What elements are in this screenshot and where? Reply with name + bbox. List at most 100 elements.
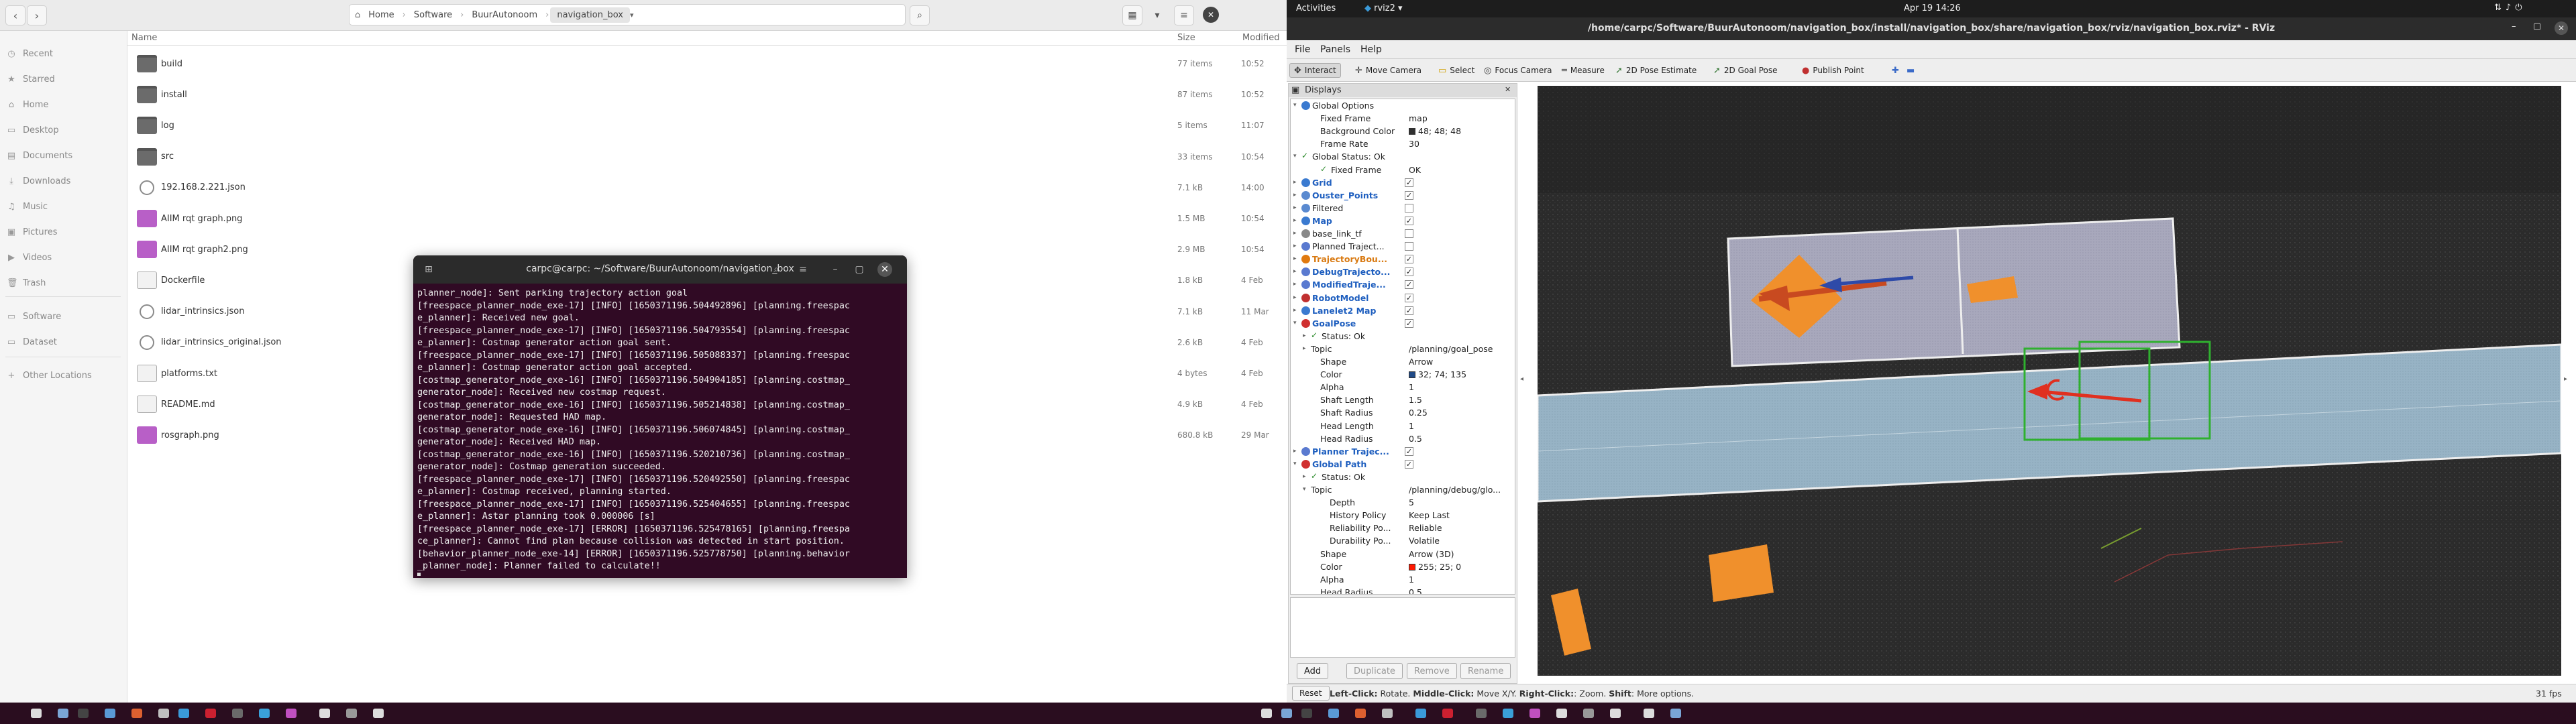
expand-arrow-icon[interactable]: ▾ (1293, 153, 1297, 160)
taskbar-app-icon[interactable] (1670, 709, 1681, 718)
display-tree-row[interactable]: Color 32; 74; 135 (1291, 368, 1515, 381)
taskbar-app-icon[interactable] (31, 709, 42, 718)
tool-2d-goal-pose[interactable]: ➚ 2D Goal Pose (1709, 63, 1782, 78)
property-value[interactable]: 255; 25; 0 (1409, 562, 1461, 572)
terminal-search-button[interactable]: ⌕ (769, 262, 784, 277)
taskbar-app-icon[interactable] (259, 709, 270, 718)
add-button[interactable]: Add (1297, 663, 1329, 679)
taskbar-app-icon[interactable] (319, 709, 330, 718)
display-tree-row[interactable]: ▾ ✓ Global Status: Ok (1291, 150, 1515, 163)
display-enabled-checkbox[interactable] (1405, 229, 1413, 238)
collapse-arrow-icon[interactable]: ▸ (1303, 345, 1306, 352)
sidebar-item-recent[interactable]: ◷ Recent (7, 44, 53, 63)
back-button[interactable]: ‹ (5, 5, 25, 25)
terminal-output[interactable]: planner_node]: Sent parking trajectory a… (417, 288, 903, 576)
taskbar-app-icon[interactable] (158, 709, 169, 718)
collapse-arrow-icon[interactable]: ▸ (1293, 281, 1297, 288)
property-value[interactable]: 1 (1409, 575, 1414, 585)
display-tree-row[interactable]: ▸ Planner Trajec... ✓ (1291, 445, 1515, 458)
sidebar-item-dataset[interactable]: ▭ Dataset (7, 333, 57, 351)
sidebar-item-home[interactable]: ⌂ Home (7, 95, 49, 114)
display-tree-row[interactable]: ▾ Topic/planning/debug/glo... (1291, 483, 1515, 496)
display-tree-row[interactable]: Shaft Radius 0.25 (1291, 406, 1515, 419)
breadcrumb-item[interactable]: navigation_box (550, 7, 630, 23)
display-enabled-checkbox[interactable]: ✓ (1405, 267, 1413, 277)
remove-button[interactable]: Remove (1407, 663, 1457, 679)
taskbar-app-icon[interactable] (1583, 709, 1594, 718)
terminal-menu-button[interactable]: ≡ (796, 262, 810, 277)
property-value[interactable]: 48; 48; 48 (1409, 126, 1461, 136)
expand-arrow-icon[interactable]: ▾ (1293, 320, 1297, 326)
tool-measure[interactable]: ═ Measure (1558, 63, 1609, 78)
menu-button[interactable]: ≡ (1174, 5, 1194, 25)
collapse-arrow-icon[interactable]: ▸ (1303, 333, 1306, 339)
taskbar-app-icon[interactable] (1644, 709, 1654, 718)
display-tree-row[interactable]: Head Radius 0.5 (1291, 586, 1515, 594)
display-tree-row[interactable]: ▸ base_link_tf (1291, 227, 1515, 240)
sidebar-item-pictures[interactable]: ▣ Pictures (7, 223, 58, 241)
display-tree-row[interactable]: ▸ RobotModel ✓ (1291, 292, 1515, 304)
minimize-button[interactable]: – (2512, 21, 2516, 32)
sidebar-item-documents[interactable]: ▤ Documents (7, 146, 72, 165)
display-tree-row[interactable]: ▸ Planned Traject... (1291, 240, 1515, 253)
taskbar-app-icon[interactable] (1415, 709, 1426, 718)
collapse-arrow-icon[interactable]: ▸ (1303, 473, 1306, 480)
display-enabled-checkbox[interactable]: ✓ (1405, 318, 1413, 328)
activities-button[interactable]: Activities (1296, 3, 1336, 13)
taskbar-app-icon[interactable] (1556, 709, 1567, 718)
display-tree-row[interactable]: Fixed Frame map (1291, 112, 1515, 125)
duplicate-button[interactable]: Duplicate (1346, 663, 1403, 679)
display-tree-row[interactable]: ▸ DebugTrajecto... ✓ (1291, 265, 1515, 278)
display-tree-row[interactable]: ▸ Filtered (1291, 202, 1515, 215)
taskbar-app-icon[interactable] (58, 709, 68, 718)
collapse-arrow-icon[interactable]: ▸ (1293, 294, 1297, 301)
file-row[interactable]: log 5 items 11:07 (127, 110, 1287, 141)
taskbar-app-icon[interactable] (1281, 709, 1292, 718)
tool-move-camera[interactable]: ✛ Move Camera (1351, 63, 1426, 78)
system-tray[interactable]: ⇅♪⏻ (2494, 3, 2526, 13)
display-enabled-checkbox[interactable]: ✓ (1405, 280, 1413, 290)
collapse-arrow-icon[interactable]: ▸ (1293, 243, 1297, 249)
property-value[interactable]: 1 (1409, 382, 1414, 392)
file-row[interactable]: 192.168.2.221.json 7.1 kB 14:00 (127, 172, 1287, 203)
expand-arrow-icon[interactable]: ▾ (1293, 461, 1297, 467)
tool-focus-camera[interactable]: ◎ Focus Camera (1480, 63, 1556, 78)
breadcrumb-item[interactable]: Software (407, 7, 459, 23)
sidebar-item-videos[interactable]: ▶ Videos (7, 248, 52, 267)
taskbar-app-icon[interactable] (78, 709, 89, 718)
column-size[interactable]: Size (1177, 33, 1195, 43)
property-value[interactable]: 0.5 (1409, 587, 1422, 594)
display-enabled-checkbox[interactable]: ✓ (1405, 178, 1413, 187)
display-tree-row[interactable]: Head Length 1 (1291, 420, 1515, 432)
display-tree-row[interactable]: ▸ Topic/planning/goal_pose (1291, 343, 1515, 355)
property-value[interactable]: 0.25 (1409, 408, 1428, 418)
taskbar-app-icon[interactable] (1503, 709, 1513, 718)
taskbar-app-icon[interactable] (286, 709, 297, 718)
file-row[interactable]: src 33 items 10:54 (127, 141, 1287, 172)
breadcrumb-item[interactable]: Home (362, 7, 400, 23)
display-tree-row[interactable]: ▸ Grid ✓ (1291, 176, 1515, 189)
display-tree-row[interactable]: Reliability Po... Reliable (1291, 522, 1515, 534)
3d-viewport[interactable] (1538, 86, 2561, 676)
display-enabled-checkbox[interactable]: ✓ (1405, 255, 1413, 264)
view-toggle-button[interactable]: ▦ (1122, 5, 1142, 25)
display-tree-row[interactable]: Head Radius 0.5 (1291, 432, 1515, 445)
taskbar-app-icon[interactable] (1355, 709, 1366, 718)
collapse-arrow-icon[interactable]: ▸ (1293, 448, 1297, 455)
menu-help[interactable]: Help (1360, 44, 1382, 55)
display-tree-row[interactable]: Alpha 1 (1291, 573, 1515, 586)
search-button[interactable]: ⌕ (910, 5, 930, 25)
expand-arrow-icon[interactable]: ▾ (1303, 486, 1306, 493)
display-tree-row[interactable]: ▸ Ouster_Points ✓ (1291, 189, 1515, 202)
maximize-button[interactable]: ▢ (852, 262, 867, 277)
sidebar-item-trash[interactable]: 🗑 Trash (7, 274, 46, 292)
forward-button[interactable]: › (27, 5, 47, 25)
property-value[interactable]: 1 (1409, 421, 1414, 431)
property-value[interactable]: Volatile (1409, 536, 1440, 546)
display-enabled-checkbox[interactable]: ✓ (1405, 306, 1413, 315)
sidebar-item-desktop[interactable]: ▭ Desktop (7, 121, 59, 139)
collapse-arrow-icon[interactable]: ▸ (1293, 307, 1297, 314)
display-enabled-checkbox[interactable]: ✓ (1405, 446, 1413, 456)
collapse-arrow-icon[interactable]: ▸ (1293, 230, 1297, 237)
tool-interact[interactable]: ✥ Interact (1289, 63, 1341, 78)
